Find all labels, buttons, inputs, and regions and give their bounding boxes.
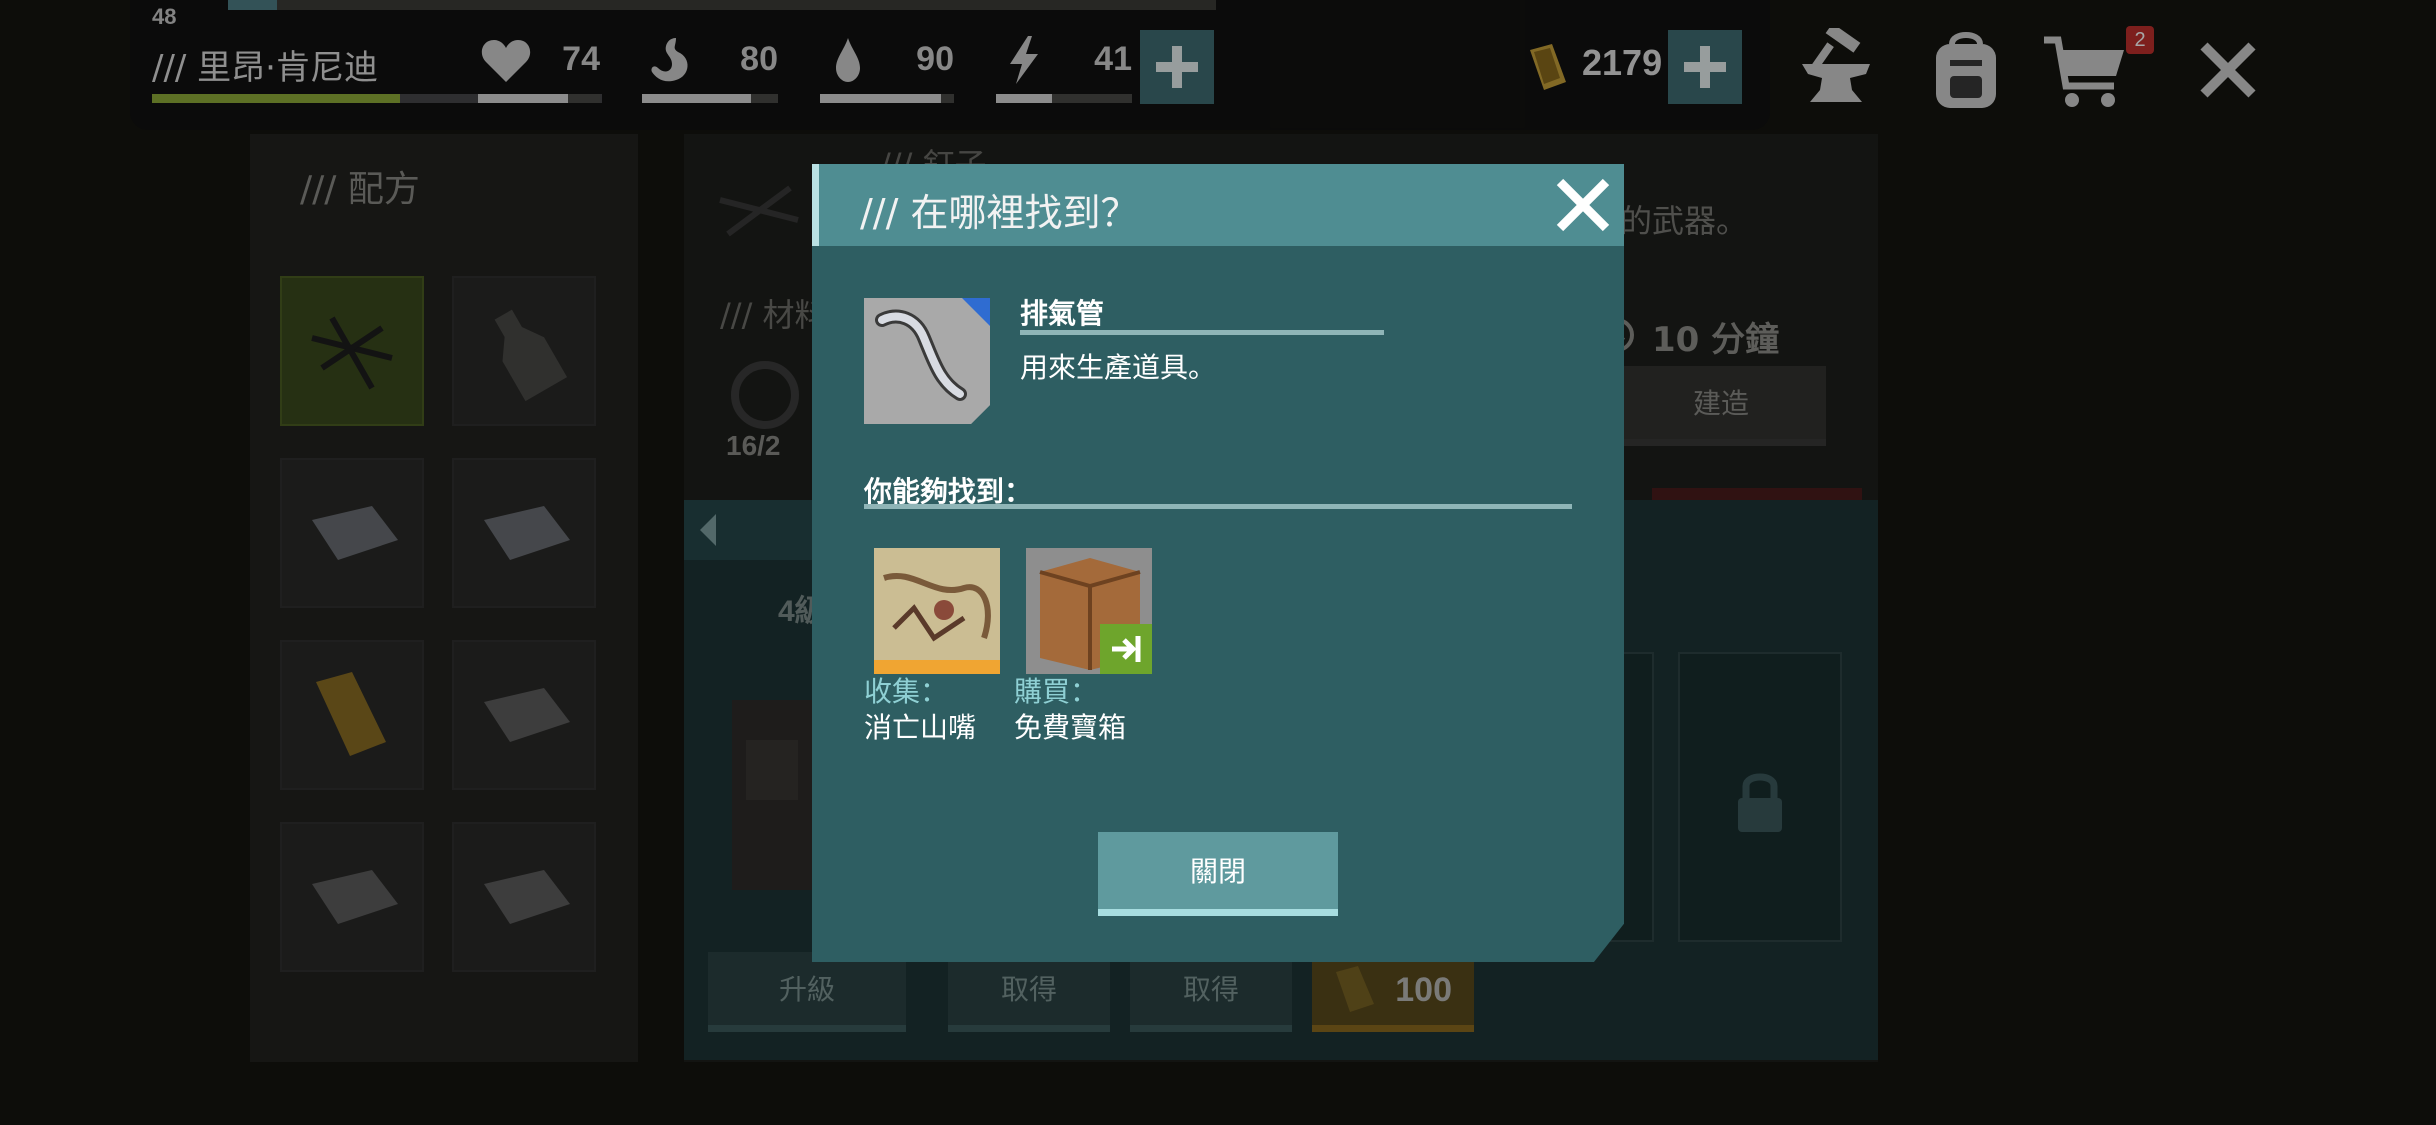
close-icon[interactable] — [1550, 172, 1616, 238]
source-name-collect[interactable]: 消亡山嘴 — [864, 706, 976, 746]
source-buy-crate[interactable] — [1026, 548, 1152, 674]
source-name-buy[interactable]: 免費寶箱 — [1014, 706, 1126, 746]
sources-divider — [864, 504, 1572, 509]
source-kind-collect: 收集： — [864, 675, 949, 708]
item-description: 用來生產道具。 — [1020, 351, 1217, 384]
dialog-title: /// 在哪裡找到？ — [860, 191, 1139, 235]
exhaust-pipe-icon — [875, 309, 967, 401]
where-to-find-dialog: /// 在哪裡找到？ 排氣管 用來生產道具。 你能夠找到： 收集： 消亡山嘴 購… — [812, 164, 1624, 962]
close-dialog-button[interactable]: 關閉 — [1098, 832, 1338, 916]
source-kind-buy: 購買： — [1014, 675, 1099, 708]
item-icon-frame — [864, 298, 990, 424]
item-divider — [1020, 330, 1384, 335]
map-location-icon — [874, 548, 1000, 674]
source-collect-location[interactable] — [874, 548, 1000, 674]
crate-icon — [1026, 548, 1152, 674]
item-name: 排氣管 — [1020, 297, 1105, 330]
